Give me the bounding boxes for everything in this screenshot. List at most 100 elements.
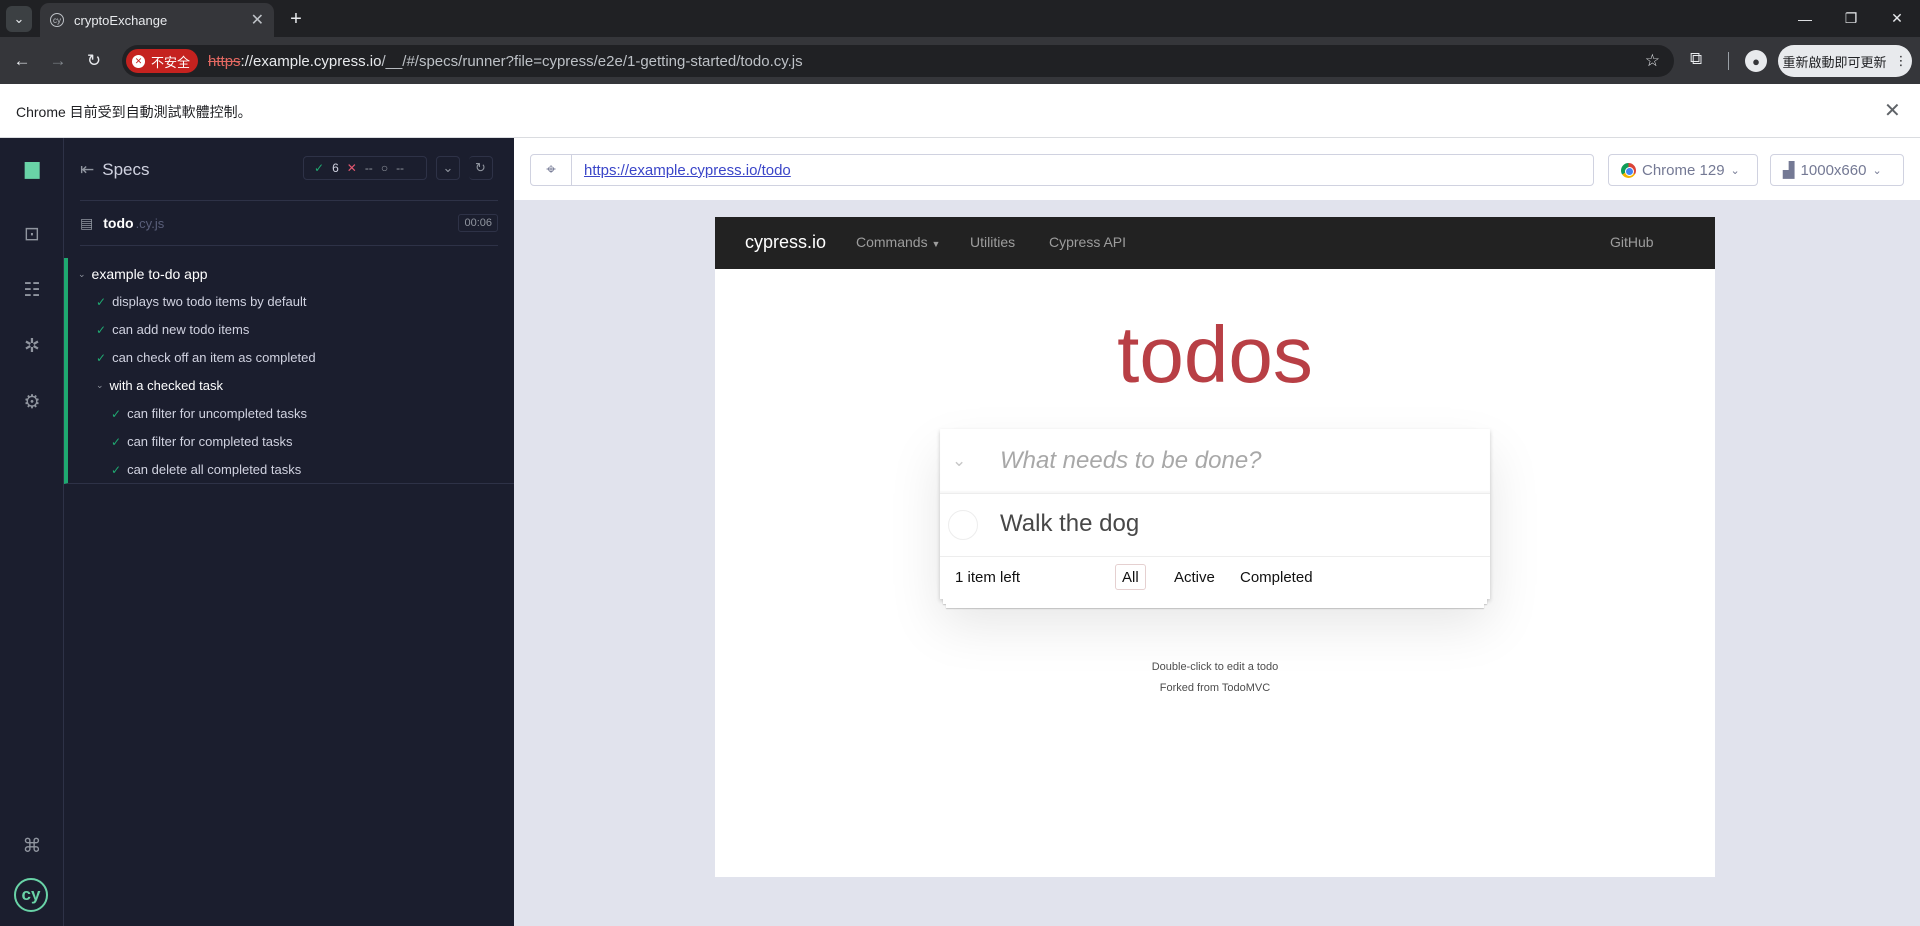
project-icon[interactable]: ▆ xyxy=(20,156,44,180)
extensions-icon[interactable]: ⧉ xyxy=(1690,49,1702,69)
reload-button[interactable]: ↻ xyxy=(82,49,106,73)
specs-label: Specs xyxy=(102,160,150,179)
viewport-icon: ▟ xyxy=(1783,162,1795,179)
test-title: can delete all completed tasks xyxy=(127,462,302,477)
nested-suite-row[interactable]: ⌄ with a checked task xyxy=(96,378,223,393)
test-title: can add new todo items xyxy=(112,322,250,337)
test-row[interactable]: ✓ can add new todo items xyxy=(96,322,249,337)
spec-name: todo xyxy=(103,215,134,231)
chrome-logo-icon xyxy=(1621,162,1636,178)
close-window-button[interactable]: ✕ xyxy=(1874,0,1920,37)
forward-button[interactable]: → xyxy=(46,49,70,73)
todos-heading: todos xyxy=(1117,310,1313,399)
browser-tab[interactable]: cy cryptoExchange ✕ xyxy=(40,3,274,37)
test-row[interactable]: ✓ displays two todo items by default xyxy=(96,294,306,309)
aut-header: ⌖ https://example.cypress.io/todo Chrome… xyxy=(514,138,1920,200)
test-title: displays two todo items by default xyxy=(112,294,307,309)
todo-label[interactable]: Walk the dog xyxy=(1000,510,1139,538)
chevron-down-icon: ⌄ xyxy=(96,380,104,390)
profile-avatar-icon[interactable]: ● xyxy=(1745,50,1767,72)
close-tab-icon[interactable]: ✕ xyxy=(251,10,264,30)
spec-duration: 00:06 xyxy=(458,214,498,232)
new-tab-button[interactable]: + xyxy=(283,6,309,32)
test-row[interactable]: ✓ can check off an item as completed xyxy=(96,350,316,365)
filter-active[interactable]: Active xyxy=(1167,564,1222,590)
cypress-sidebar: ▆ ⊡ ☷ ✲ ⚙ ⌘ cy xyxy=(0,138,64,926)
nav-commands[interactable]: Commands ▼ xyxy=(856,234,940,250)
nav-utilities[interactable]: Utilities xyxy=(970,234,1015,250)
runs-icon[interactable]: ⊡ xyxy=(20,222,44,246)
expand-collapse-button[interactable]: ⌄ xyxy=(436,156,460,180)
aut-panel: ⌖ https://example.cypress.io/todo Chrome… xyxy=(514,138,1920,926)
info-line: Forked from TodoMVC xyxy=(1159,682,1271,694)
info-line: Double-click to edit a todo xyxy=(1151,661,1279,673)
browser-selector[interactable]: Chrome 129 ⌄ xyxy=(1608,154,1758,186)
specs-list-icon[interactable]: ☷ xyxy=(20,278,44,302)
minimize-button[interactable]: — xyxy=(1782,0,1828,37)
todo-footer: 1 item left All Active Completed xyxy=(940,557,1490,599)
filter-all[interactable]: All xyxy=(1115,564,1146,590)
site-navbar: cypress.io Commands ▼ Utilities Cypress … xyxy=(715,217,1715,269)
back-button[interactable]: ← xyxy=(10,49,34,73)
rerun-button[interactable]: ↻ xyxy=(469,156,493,180)
browser-name: Chrome 129 xyxy=(1642,161,1725,179)
infobar-close-icon[interactable]: ✕ xyxy=(1884,98,1901,123)
nav-github[interactable]: GitHub xyxy=(1610,234,1654,250)
test-stats: ✓ 6 ✕ -- ○ -- xyxy=(303,156,427,180)
browser-titlebar: ⌄ cy cryptoExchange ✕ + — ❐ ✕ xyxy=(0,0,1920,37)
relaunch-update-button[interactable]: 重新啟動即可更新 ⋮ xyxy=(1778,45,1912,77)
suite-title-row[interactable]: ⌄ example to-do app xyxy=(78,266,208,282)
viewport-info[interactable]: ▟ 1000x660 ⌄ xyxy=(1770,154,1904,186)
nav-cypress-api[interactable]: Cypress API xyxy=(1049,234,1126,250)
filter-completed[interactable]: Completed xyxy=(1233,564,1320,590)
debug-bug-icon[interactable]: ✲ xyxy=(20,334,44,358)
check-icon: ✓ xyxy=(96,350,107,365)
test-title: can check off an item as completed xyxy=(112,350,316,365)
nav-commands-label: Commands xyxy=(856,234,928,250)
pending-count: -- xyxy=(396,161,405,175)
address-bar[interactable]: ✕ 不安全 https://example.cypress.io/__/#/sp… xyxy=(122,45,1674,77)
aut-iframe: cypress.io Commands ▼ Utilities Cypress … xyxy=(715,217,1715,877)
selector-playground-button[interactable]: ⌖ xyxy=(530,154,572,186)
test-row[interactable]: ✓ can filter for uncompleted tasks xyxy=(111,406,307,421)
site-brand[interactable]: cypress.io xyxy=(745,232,826,253)
todo-app: ⌄ Walk the dog 1 item left All Active Co… xyxy=(940,429,1490,608)
toolbar-divider xyxy=(1728,52,1729,70)
toggle-all-chevron-icon[interactable]: ⌄ xyxy=(952,451,966,471)
check-icon: ✓ xyxy=(96,294,107,309)
address-url[interactable]: https://example.cypress.io/__/#/specs/ru… xyxy=(208,53,803,70)
failed-icon: ✕ xyxy=(346,161,357,175)
url-scheme: https xyxy=(208,52,241,70)
specs-toggle[interactable]: ⇤ Specs xyxy=(80,160,150,180)
check-icon: ✓ xyxy=(111,406,122,421)
test-row[interactable]: ✓ can filter for completed tasks xyxy=(111,434,293,449)
more-menu-icon[interactable]: ⋮ xyxy=(1895,53,1908,69)
test-suite: ⌄ example to-do app ✓ displays two todo it… xyxy=(64,258,514,484)
todo-count-text: item left xyxy=(963,569,1021,586)
settings-gear-icon[interactable]: ⚙ xyxy=(20,390,44,414)
insecure-label: 不安全 xyxy=(151,54,191,70)
keyboard-shortcuts-icon[interactable]: ⌘ xyxy=(20,834,44,858)
restore-button[interactable]: ❐ xyxy=(1828,0,1874,37)
new-todo-row: ⌄ xyxy=(940,429,1490,494)
relaunch-label: 重新啟動即可更新 xyxy=(1782,54,1887,70)
browser-toolbar: ← → ↻ ✕ 不安全 https://example.cypress.io/_… xyxy=(0,37,1920,84)
aut-url[interactable]: https://example.cypress.io/todo xyxy=(571,154,1594,186)
bookmark-star-icon[interactable]: ☆ xyxy=(1645,51,1660,71)
passed-icon: ✓ xyxy=(314,161,325,175)
test-row[interactable]: ✓ can delete all completed tasks xyxy=(111,462,301,477)
url-path: /__/#/specs/runner?file=cypress/e2e/1-ge… xyxy=(381,52,803,70)
todo-toggle-checkbox[interactable] xyxy=(948,510,978,540)
pending-icon: ○ xyxy=(380,161,389,175)
warning-icon: ✕ xyxy=(132,54,145,68)
stack-shadow xyxy=(946,604,1484,608)
chevron-down-icon: ⌄ xyxy=(1730,164,1740,177)
new-todo-input[interactable] xyxy=(1000,447,1470,475)
test-title: can filter for uncompleted tasks xyxy=(127,406,307,421)
insecure-badge[interactable]: ✕ 不安全 xyxy=(126,49,199,73)
tab-search-button[interactable]: ⌄ xyxy=(6,6,32,32)
failed-count: -- xyxy=(364,161,373,175)
check-icon: ✓ xyxy=(111,434,122,449)
todo-item[interactable]: Walk the dog xyxy=(940,494,1490,557)
infobar-text: Chrome 目前受到自動測試軟體控制。 xyxy=(16,104,252,120)
